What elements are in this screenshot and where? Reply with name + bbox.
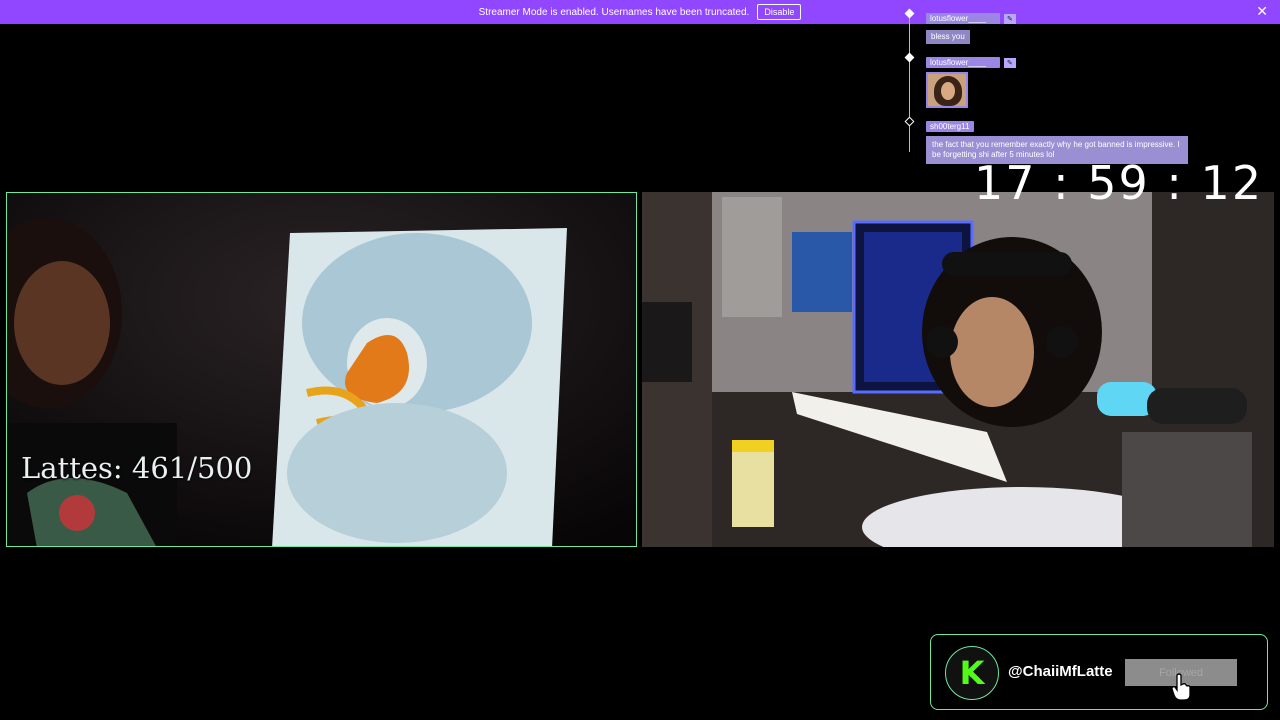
kick-logo-letter: K xyxy=(959,654,985,692)
diamond-outline-icon xyxy=(904,116,915,127)
chat-username[interactable]: sh00terg11 xyxy=(926,121,974,132)
pencil-icon: ✎ xyxy=(1004,58,1016,68)
chat-message: lotusflower____ ✎ xyxy=(904,52,1204,108)
kick-logo-icon: K xyxy=(945,646,999,700)
chat-image-emote xyxy=(926,72,968,108)
webcam-left: Lattes: 461/500 xyxy=(6,192,637,547)
chat-message-text: bless you xyxy=(926,30,970,44)
webcam-right-scene xyxy=(642,192,1274,547)
chat-message: lotusflower____ ✎ bless you xyxy=(904,8,1204,44)
lattes-goal-counter: Lattes: 461/500 xyxy=(21,451,253,485)
follow-card: K @ChaiiMfLatte Followed xyxy=(930,634,1268,710)
webcam-right xyxy=(642,192,1274,547)
banner-message: Streamer Mode is enabled. Usernames have… xyxy=(478,6,750,18)
disable-streamer-mode-button[interactable]: Disable xyxy=(757,4,802,20)
diamond-icon xyxy=(904,8,915,19)
chat-username[interactable]: lotusflower____ xyxy=(926,57,1000,68)
hand-cursor-icon xyxy=(1171,673,1191,701)
chat-username[interactable]: lotusflower____ xyxy=(926,13,1000,24)
diamond-icon xyxy=(904,52,915,63)
channel-handle: @ChaiiMfLatte xyxy=(1008,663,1113,680)
stream-timer: 17 : 59 : 12 xyxy=(974,156,1264,210)
close-icon[interactable]: ✕ xyxy=(1256,4,1268,20)
chat-overlay: lotusflower____ ✎ bless you lotusflower__… xyxy=(904,8,1204,172)
pencil-icon: ✎ xyxy=(1004,14,1016,24)
webcam-left-scene xyxy=(7,193,636,546)
